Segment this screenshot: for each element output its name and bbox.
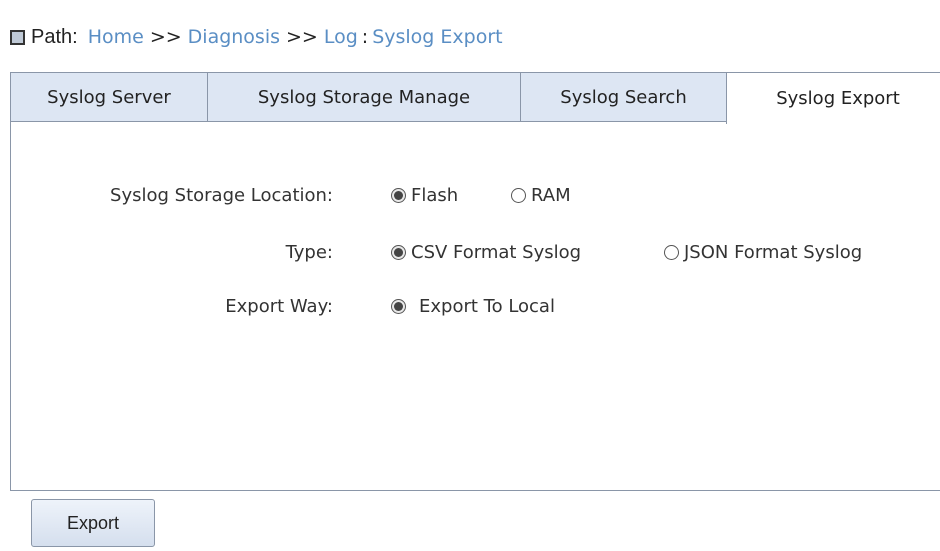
breadcrumb-separator: >> [286, 26, 318, 48]
tab-syslog-export[interactable]: Syslog Export [726, 72, 940, 124]
csv-radio[interactable] [391, 244, 406, 260]
breadcrumb-separator: >> [149, 26, 182, 48]
path-label: Path: [31, 25, 78, 48]
ram-label: RAM [531, 184, 571, 206]
breadcrumb-colon: : [361, 26, 369, 48]
export-local-label: Export To Local [419, 295, 555, 317]
export-way-label: Export Way: [225, 295, 333, 317]
square-icon [10, 29, 25, 45]
storage-location-label: Syslog Storage Location: [110, 184, 333, 206]
type-row: Type: CSV Format Syslog JSON Format Sysl… [11, 236, 940, 268]
flash-label: Flash [411, 184, 459, 206]
tab-syslog-server[interactable]: Syslog Server [10, 72, 208, 122]
flash-option[interactable]: Flash [391, 185, 458, 206]
tab-bar: Syslog Server Syslog Storage Manage Sysl… [10, 72, 940, 124]
json-radio[interactable] [664, 244, 679, 260]
breadcrumb-diagnosis-link[interactable]: Diagnosis [188, 26, 280, 48]
syslog-export-panel: Syslog Storage Location: Flash RAM Type:… [10, 121, 940, 491]
breadcrumb-log-link[interactable]: Log [324, 26, 358, 48]
breadcrumb-home-link[interactable]: Home [88, 26, 144, 48]
export-local-radio[interactable] [391, 298, 406, 314]
csv-option[interactable]: CSV Format Syslog [391, 242, 581, 263]
json-option[interactable]: JSON Format Syslog [664, 242, 862, 263]
csv-label: CSV Format Syslog [411, 241, 582, 263]
ram-radio[interactable] [511, 187, 526, 203]
ram-option[interactable]: RAM [511, 185, 571, 206]
breadcrumb-syslog-export-link[interactable]: Syslog Export [372, 26, 502, 48]
breadcrumb: Path: Home >> Diagnosis >> Log : Syslog … [10, 22, 503, 52]
export-local-option[interactable]: Export To Local [391, 296, 555, 317]
type-label: Type: [285, 241, 333, 263]
export-way-row: Export Way: Export To Local [11, 290, 940, 322]
tab-syslog-search[interactable]: Syslog Search [520, 72, 727, 122]
flash-radio[interactable] [391, 187, 406, 203]
json-label: JSON Format Syslog [684, 241, 863, 263]
tab-syslog-storage-manage[interactable]: Syslog Storage Manage [207, 72, 521, 122]
export-button[interactable]: Export [31, 499, 155, 547]
storage-location-row: Syslog Storage Location: Flash RAM [11, 179, 940, 211]
